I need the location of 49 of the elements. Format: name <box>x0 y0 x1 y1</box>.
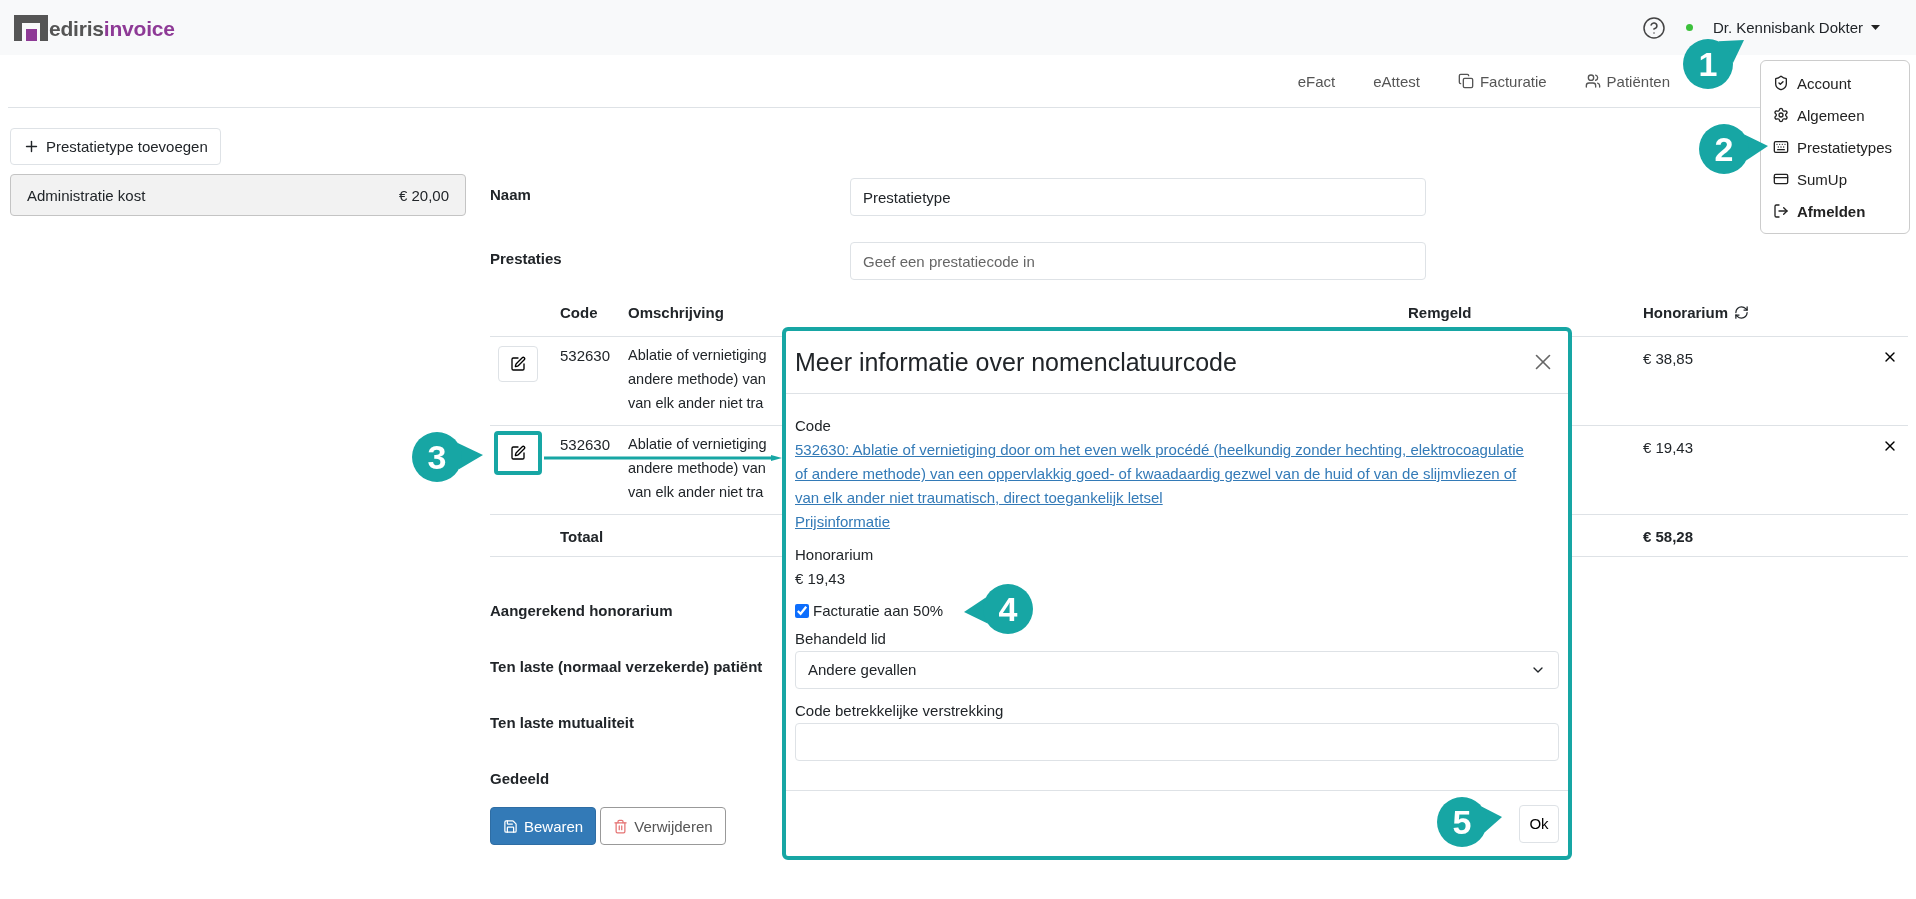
ok-button[interactable]: Ok <box>1519 804 1559 843</box>
description-line: Ablatie of vernietiging <box>628 436 767 453</box>
summary-label: Gedeeld <box>490 770 550 787</box>
user-menu-button[interactable]: Dr. Kennisbank Dokter <box>1712 19 1880 36</box>
honorarium-cell-text: € 19,43 <box>1643 438 1694 458</box>
honorarium-value: € 19,43 <box>795 569 846 589</box>
field-label: Code betrekkelijke verstrekking <box>795 701 1004 721</box>
honorarium-cell-text: € 38,85 <box>1643 349 1694 369</box>
select-field[interactable]: Andere gevallen <box>795 651 1559 689</box>
nav-link[interactable]: Facturatie <box>1457 72 1547 90</box>
item-name: Administratie kost <box>27 186 146 204</box>
summary-label: Ten laste mutualiteit <box>490 714 634 731</box>
input-field[interactable]: Prestatietype <box>850 178 1426 216</box>
price-link[interactable]: Prijsinformatie <box>795 510 891 534</box>
field-label: Prestaties <box>490 249 563 267</box>
column-header: Omschrijving <box>628 303 724 321</box>
description-line: andere methode) van <box>628 460 766 477</box>
summary-label: Ten laste (normaal verzekerde) patiënt <box>490 658 763 675</box>
logo-text: edirisinvoice <box>49 16 175 41</box>
add-button[interactable]: Prestatietype toevoegen <box>10 128 221 165</box>
sidebar-item[interactable]: Administratie kost € 20,00 <box>10 174 466 216</box>
menu-item[interactable]: Afmelden <box>1761 195 1909 227</box>
total-value: € 58,28 <box>1643 527 1694 547</box>
checkbox-label: Facturatie aan 50% <box>813 601 944 621</box>
column-header: Code <box>560 303 598 321</box>
item-amount: € 20,00 <box>398 186 449 204</box>
column-header: Honorarium <box>1643 300 1749 321</box>
code-cell: 532630 <box>560 436 611 453</box>
description-line: van elk ander niet tra <box>628 395 764 412</box>
description-line: van elk ander niet tra <box>628 484 764 501</box>
summary-label: Aangerekend honorarium <box>490 602 673 619</box>
field-label: Honorarium <box>795 545 874 565</box>
input-field[interactable]: Geef een prestatiecode in <box>850 242 1426 280</box>
column-header: Remgeld <box>1408 303 1472 321</box>
field-label: Naam <box>490 185 532 203</box>
code-cell: 532630 <box>560 347 611 364</box>
description-line: andere methode) van <box>628 371 766 388</box>
save-button[interactable]: Bewaren <box>490 807 597 845</box>
delete-button[interactable]: Verwijderen <box>600 807 726 845</box>
total-label: Totaal <box>560 527 604 547</box>
modal-title: Meer informatie over nomenclatuurcode <box>795 347 1237 377</box>
description-line: Ablatie of vernietiging <box>628 347 767 364</box>
nav-link[interactable]: Patiënten <box>1584 72 1670 90</box>
nav-link[interactable]: eAttest <box>1373 72 1420 90</box>
field-label: Code <box>795 416 831 436</box>
nav-link[interactable]: eFact <box>1297 72 1336 90</box>
field-label: Behandeld lid <box>795 629 886 649</box>
code-link[interactable]: 532630: Ablatie of vernietiging door om het even welk procédé (heelkundig zonder hechting, elektrocoagulatie of andere methode) van een oppervlakkig goed- of kwaadaardig gezwel van de huid of van de slijmvliezen of van elk ander niet traumatisch, direct toegankelijk letsel <box>795 438 1525 510</box>
menu-item[interactable]: Account <box>1761 67 1909 99</box>
